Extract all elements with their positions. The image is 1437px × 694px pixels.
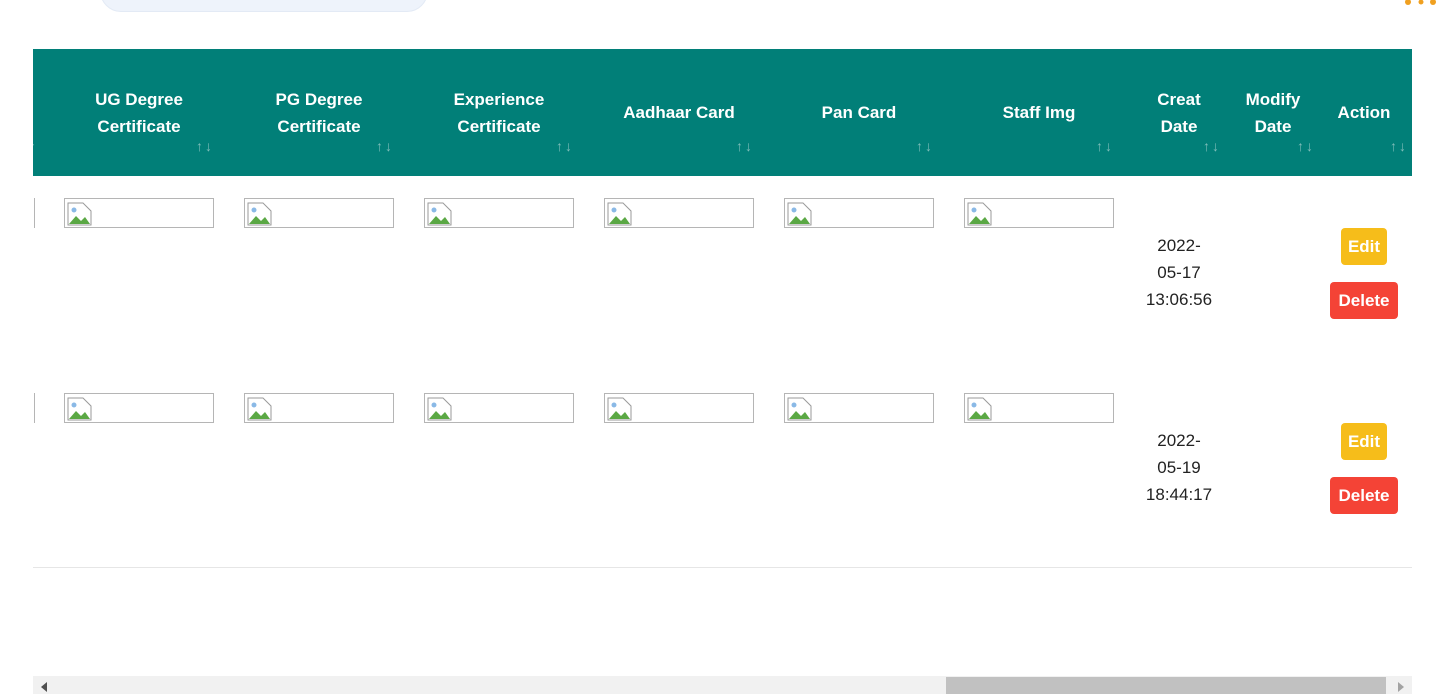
column-action[interactable]: Action ↑↓ <box>1328 49 1406 176</box>
table-row: 2022- 05-19 18:44:17 Edit Delete <box>33 371 1412 566</box>
image-cell-edge <box>33 393 35 423</box>
column-creat-date[interactable]: Creat Date ↑↓ <box>1139 49 1219 176</box>
arrow-right-icon[interactable] <box>1398 682 1404 692</box>
column-pan-card[interactable]: Pan Card ↑↓ <box>784 49 934 176</box>
broken-image-icon <box>427 202 452 226</box>
decorative-icon <box>1405 0 1436 5</box>
broken-image-icon <box>67 397 92 421</box>
column-staff-img[interactable]: Staff Img ↑↓ <box>964 49 1114 176</box>
staff-image[interactable] <box>964 393 1114 423</box>
column-label: Staff Img <box>1002 103 1076 122</box>
broken-image-icon <box>607 397 632 421</box>
broken-image-icon <box>967 397 992 421</box>
sort-icon[interactable]: ↓ <box>33 133 38 149</box>
sort-icon[interactable]: ↑↓ <box>376 133 394 160</box>
column-label: Pan Card <box>821 103 897 122</box>
broken-image-icon <box>247 397 272 421</box>
sort-icon[interactable]: ↑↓ <box>1297 133 1315 160</box>
column-aadhaar[interactable]: Aadhaar Card ↑↓ <box>604 49 754 176</box>
column-label: PG Degree Certificate <box>275 89 363 136</box>
broken-image-icon <box>787 202 812 226</box>
sort-icon[interactable]: ↑↓ <box>916 133 934 160</box>
column-experience[interactable]: Experience Certificate ↑↓ <box>424 49 574 176</box>
staff-table: ↓ UG Degree Certificate ↑↓ PG Degree Cer… <box>33 49 1412 568</box>
broken-image-icon <box>607 202 632 226</box>
broken-image-icon <box>67 202 92 226</box>
column-label: Aadhaar Card <box>623 103 735 122</box>
column-label: Modify Date <box>1245 89 1301 136</box>
experience-image[interactable] <box>424 198 574 228</box>
sort-icon[interactable]: ↑↓ <box>556 133 574 160</box>
pan-card-image[interactable] <box>784 198 934 228</box>
arrow-left-icon[interactable] <box>41 682 47 692</box>
creat-date: 2022- 05-17 13:06:56 <box>1145 236 1213 309</box>
creat-date: 2022- 05-19 18:44:17 <box>1145 431 1213 504</box>
pg-degree-image[interactable] <box>244 198 394 228</box>
table-row: 2022- 05-17 13:06:56 Edit Delete <box>33 176 1412 371</box>
column-pg-degree[interactable]: PG Degree Certificate ↑↓ <box>244 49 394 176</box>
scrollbar-thumb[interactable] <box>946 677 1386 694</box>
ug-degree-image[interactable] <box>64 393 214 423</box>
ug-degree-image[interactable] <box>64 198 214 228</box>
table-divider <box>33 567 1412 568</box>
search-bar[interactable] <box>100 0 428 12</box>
delete-button[interactable]: Delete <box>1330 282 1398 319</box>
column-label: Creat Date <box>1157 89 1201 136</box>
column-label: Action <box>1337 103 1391 122</box>
table-header: ↓ UG Degree Certificate ↑↓ PG Degree Cer… <box>33 49 1412 176</box>
column-ug-degree[interactable]: UG Degree Certificate ↑↓ <box>64 49 214 176</box>
sort-icon[interactable]: ↑↓ <box>736 133 754 160</box>
column-label: UG Degree Certificate <box>95 89 183 136</box>
aadhaar-image[interactable] <box>604 393 754 423</box>
sort-icon[interactable]: ↑↓ <box>196 133 214 160</box>
pan-card-image[interactable] <box>784 393 934 423</box>
pg-degree-image[interactable] <box>244 393 394 423</box>
broken-image-icon <box>247 202 272 226</box>
edit-button[interactable]: Edit <box>1341 228 1387 265</box>
sort-icon[interactable]: ↑↓ <box>1203 133 1221 160</box>
broken-image-icon <box>967 202 992 226</box>
image-cell-edge <box>33 198 35 228</box>
delete-button[interactable]: Delete <box>1330 477 1398 514</box>
broken-image-icon <box>787 397 812 421</box>
column-label: Experience Certificate <box>453 89 545 136</box>
column-modify-date[interactable]: Modify Date ↑↓ <box>1231 49 1315 176</box>
sort-icon[interactable]: ↑↓ <box>1096 133 1114 160</box>
experience-image[interactable] <box>424 393 574 423</box>
aadhaar-image[interactable] <box>604 198 754 228</box>
edit-button[interactable]: Edit <box>1341 423 1387 460</box>
horizontal-scrollbar[interactable] <box>33 676 1412 694</box>
sort-icon[interactable]: ↑↓ <box>1390 133 1408 160</box>
broken-image-icon <box>427 397 452 421</box>
staff-image[interactable] <box>964 198 1114 228</box>
